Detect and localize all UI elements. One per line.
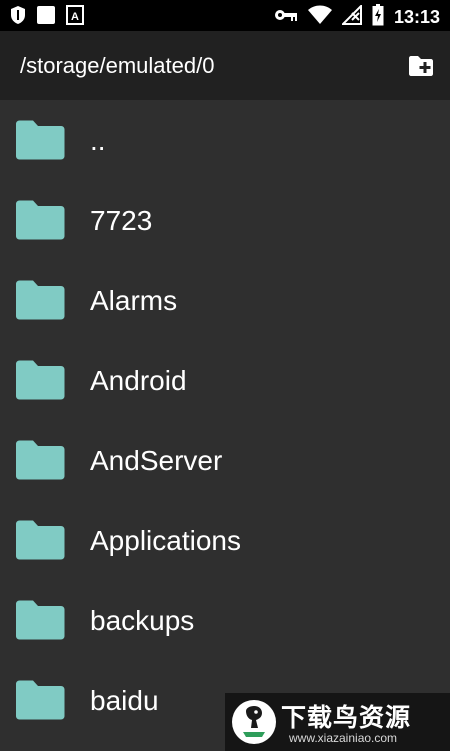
- create-new-folder-button[interactable]: [406, 51, 436, 81]
- folder-icon: [16, 520, 65, 560]
- folder-icon: [16, 200, 65, 240]
- folder-row-alarms[interactable]: Alarms: [0, 260, 450, 340]
- folder-name: AndServer: [90, 445, 223, 476]
- app-bar: /storage/emulated/0: [0, 31, 450, 100]
- folder-icon: [16, 680, 65, 720]
- screen: A 13:13 /storage/emulated/0 .. 7723 Alar…: [0, 0, 450, 751]
- status-left-icons: A: [10, 5, 84, 30]
- svg-text:A: A: [71, 11, 79, 23]
- status-clock: 13:13: [393, 7, 440, 27]
- folder-row-parent[interactable]: ..: [0, 100, 450, 180]
- watermark: 下载鸟资源 www.xiazainiao.com: [225, 693, 450, 751]
- folder-icon: [16, 600, 65, 640]
- shield-icon: [10, 5, 26, 30]
- folder-name: Android: [90, 365, 187, 396]
- folder-name: 7723: [90, 205, 153, 236]
- a-box-icon: A: [66, 5, 84, 30]
- no-signal-icon: [340, 3, 362, 30]
- folder-name: ..: [90, 125, 106, 156]
- folder-icon: [16, 280, 65, 320]
- key-icon: [274, 8, 298, 27]
- current-path-title: /storage/emulated/0: [20, 53, 215, 78]
- folder-name: Alarms: [90, 285, 178, 316]
- folder-row-backups[interactable]: backups: [0, 580, 450, 660]
- folder-row-android[interactable]: Android: [0, 340, 450, 420]
- wifi-icon: [307, 5, 332, 30]
- bird-logo-icon: [232, 700, 276, 744]
- folder-row-applications[interactable]: Applications: [0, 500, 450, 580]
- folder-icon: [16, 360, 65, 400]
- folder-name: Applications: [90, 525, 241, 556]
- watermark-url: www.xiazainiao.com: [289, 731, 398, 745]
- status-right-icons: 13:13: [274, 3, 440, 31]
- square-icon: [36, 5, 56, 30]
- folder-row-7723[interactable]: 7723: [0, 180, 450, 260]
- folder-name: backups: [90, 605, 195, 636]
- status-bar: A 13:13: [0, 0, 450, 31]
- folder-icon: [16, 120, 65, 160]
- file-list: .. 7723 Alarms Android AndServer Applica…: [0, 100, 450, 751]
- battery-charging-icon: [372, 4, 384, 31]
- folder-row-andserver[interactable]: AndServer: [0, 420, 450, 500]
- create-new-folder-icon: [409, 56, 433, 76]
- folder-name: baidu: [90, 685, 159, 716]
- folder-icon: [16, 440, 65, 480]
- watermark-title: 下载鸟资源: [281, 703, 412, 732]
